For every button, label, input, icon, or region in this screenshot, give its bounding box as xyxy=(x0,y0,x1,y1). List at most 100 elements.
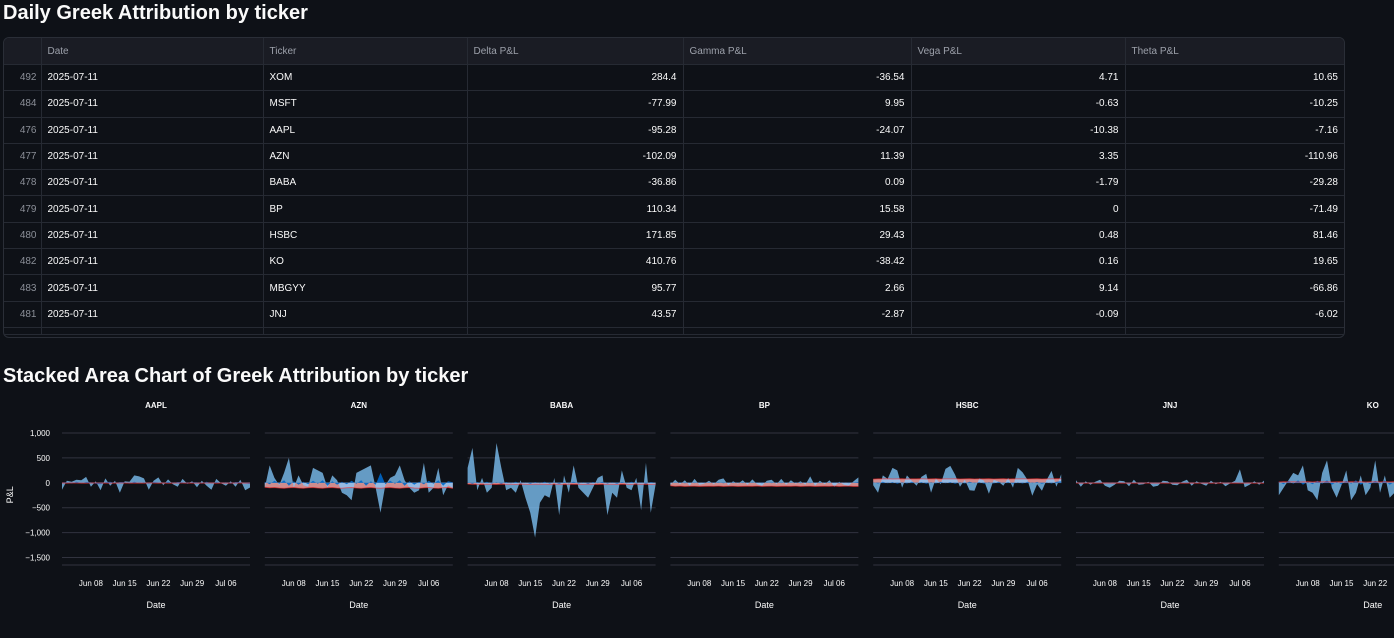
table-cell: BABA xyxy=(263,170,467,196)
table-cell: 2025-07-11 xyxy=(41,222,263,248)
column-header-gamma-p-l[interactable]: Gamma P&L xyxy=(683,38,911,65)
column-header-vega-p-l[interactable]: Vega P&L xyxy=(911,38,1125,65)
x-tick-label: Jun 29 xyxy=(789,579,814,588)
x-tick-label: Jul 06 xyxy=(1026,579,1048,588)
x-axis-label: Date xyxy=(552,600,571,610)
table-cell: 0.09 xyxy=(683,170,911,196)
column-header-delta-p-l[interactable]: Delta P&L xyxy=(467,38,683,65)
y-tick-label: 1,000 xyxy=(30,429,51,438)
x-tick-label: Jun 08 xyxy=(687,579,712,588)
table-cell: 171.85 xyxy=(467,222,683,248)
x-tick-label: Jun 15 xyxy=(518,579,543,588)
table-row[interactable]: 4792025-07-11BP110.3415.580-71.49 xyxy=(4,196,1344,222)
table-row[interactable]: 4762025-07-11AAPL-95.28-24.07-10.38-7.16 xyxy=(4,117,1344,143)
delta-area xyxy=(1076,469,1264,487)
x-tick-label: Jul 06 xyxy=(621,579,643,588)
column-header-theta-p-l[interactable]: Theta P&L xyxy=(1125,38,1344,65)
facet-title: JNJ xyxy=(1163,401,1178,410)
x-tick-label: Jun 08 xyxy=(1093,579,1118,588)
table-row[interactable]: 4922025-07-11XOM284.4-36.544.7110.65 xyxy=(4,65,1344,91)
x-axis-label: Date xyxy=(755,600,774,610)
x-tick-label: Jun 29 xyxy=(1194,579,1219,588)
x-tick-label: Jun 29 xyxy=(586,579,611,588)
table-cell: 15.58 xyxy=(683,196,911,222)
table-cell: -0.63 xyxy=(911,91,1125,117)
column-header-date[interactable]: Date xyxy=(41,38,263,65)
table-cell: -36.54 xyxy=(683,65,911,91)
table-cell: 11.39 xyxy=(683,143,911,169)
table-cell: -0.09 xyxy=(911,301,1125,327)
table-cell: -66.86 xyxy=(1125,275,1344,301)
table-cell: MBGYY xyxy=(263,275,467,301)
table-cell: -102.09 xyxy=(467,143,683,169)
table-cell: 19.65 xyxy=(1125,249,1344,275)
y-tick-label: −1,000 xyxy=(25,529,50,538)
table-cell: -24.07 xyxy=(683,117,911,143)
table-cell: 2.66 xyxy=(683,275,911,301)
x-tick-label: Jun 22 xyxy=(1363,579,1388,588)
table-cell: -95.28 xyxy=(467,117,683,143)
x-tick-label: Jun 22 xyxy=(1160,579,1185,588)
x-tick-label: Jun 08 xyxy=(1296,579,1321,588)
row-index: 483 xyxy=(4,275,41,301)
table-cell: 95.77 xyxy=(467,275,683,301)
y-tick-label: −1,500 xyxy=(25,554,50,563)
table-cell: 81.46 xyxy=(1125,222,1344,248)
table-cell: 2025-07-11 xyxy=(41,275,263,301)
table-cell: AAPL xyxy=(263,117,467,143)
table-cell: 2025-07-11 xyxy=(41,117,263,143)
x-tick-label: Jun 22 xyxy=(349,579,374,588)
chart-canvas[interactable]: P&L1,0005000−500−1,000−1,500AAPLJun 08Ju… xyxy=(0,395,1394,633)
table-cell: KO xyxy=(263,249,467,275)
table-row[interactable]: 4842025-07-11MSFT-77.999.95-0.63-10.25 xyxy=(4,91,1344,117)
table-cell: 2025-07-11 xyxy=(41,170,263,196)
x-tick-label: Jun 22 xyxy=(755,579,780,588)
delta-area xyxy=(1279,460,1394,500)
table-cell: -7.16 xyxy=(1125,117,1344,143)
table-row[interactable]: 4812025-07-11JNJ43.57-2.87-0.09-6.02 xyxy=(4,301,1344,327)
table-cell: 0 xyxy=(911,196,1125,222)
facet-title: KO xyxy=(1367,401,1379,410)
y-tick-label: 0 xyxy=(46,479,51,488)
table-cell: -77.99 xyxy=(467,91,683,117)
table-section-title: Daily Greek Attribution by ticker xyxy=(3,2,308,25)
table-cell: 284.4 xyxy=(467,65,683,91)
x-tick-label: Jun 22 xyxy=(552,579,577,588)
x-tick-label: Jun 22 xyxy=(958,579,983,588)
table-cell: -10.25 xyxy=(1125,91,1344,117)
row-index: 482 xyxy=(4,249,41,275)
y-tick-label: 500 xyxy=(37,454,51,463)
y-tick-label: −500 xyxy=(32,504,51,513)
x-tick-label: Jun 15 xyxy=(1127,579,1152,588)
row-index: 492 xyxy=(4,65,41,91)
column-header-ticker[interactable]: Ticker xyxy=(263,38,467,65)
row-index: 476 xyxy=(4,117,41,143)
table-cell: 29.43 xyxy=(683,222,911,248)
x-tick-label: Jun 29 xyxy=(383,579,408,588)
table-row[interactable]: 4802025-07-11HSBC171.8529.430.4881.46 xyxy=(4,222,1344,248)
table-cell: 2025-07-11 xyxy=(41,249,263,275)
table-cell: HSBC xyxy=(263,222,467,248)
table-body: 4922025-07-11XOM284.4-36.544.7110.654842… xyxy=(4,65,1344,335)
row-index: 480 xyxy=(4,222,41,248)
x-tick-label: Jun 08 xyxy=(79,579,104,588)
table-cell: 9.95 xyxy=(683,91,911,117)
table-row[interactable]: 4772025-07-11AZN-102.0911.393.35-110.96 xyxy=(4,143,1344,169)
table-row[interactable]: 4782025-07-11BABA-36.860.09-1.79-29.28 xyxy=(4,170,1344,196)
table-row[interactable]: 4822025-07-11KO410.76-38.420.1619.65 xyxy=(4,249,1344,275)
table-cell: BP xyxy=(263,196,467,222)
row-index: 481 xyxy=(4,301,41,327)
table-row[interactable]: 4832025-07-11MBGYY95.772.669.14-66.86 xyxy=(4,275,1344,301)
row-index: 477 xyxy=(4,143,41,169)
index-column-header[interactable] xyxy=(4,38,41,65)
table-cell: 43.57 xyxy=(467,301,683,327)
table-cell: 2025-07-11 xyxy=(41,65,263,91)
facet-title: BABA xyxy=(550,401,573,410)
chart-section-title: Stacked Area Chart of Greek Attribution … xyxy=(3,365,468,388)
stacked-area-chart[interactable]: P&L1,0005000−500−1,000−1,500AAPLJun 08Ju… xyxy=(0,395,1394,633)
x-axis-label: Date xyxy=(958,600,977,610)
y-axis-label: P&L xyxy=(5,486,15,503)
attribution-table[interactable]: DateTickerDelta P&LGamma P&LVega P&LThet… xyxy=(3,37,1345,338)
x-tick-label: Jul 06 xyxy=(418,579,440,588)
x-tick-label: Jul 06 xyxy=(824,579,846,588)
